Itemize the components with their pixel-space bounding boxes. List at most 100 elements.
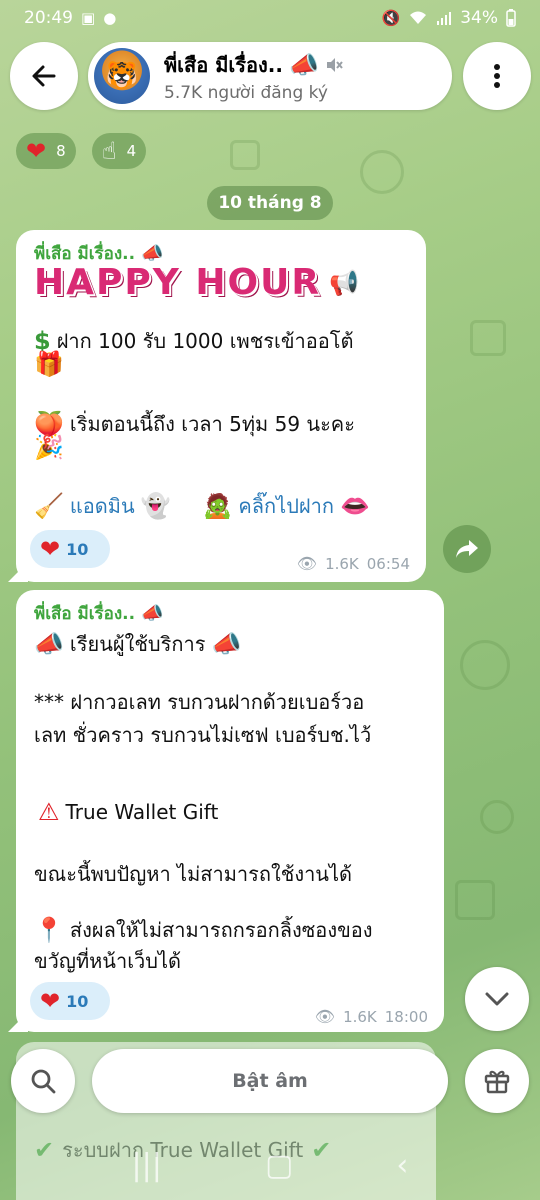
megaphone-icon: 📣: [34, 630, 64, 658]
gift-icon: 🎁: [34, 350, 64, 378]
broom-icon: 🧹: [34, 492, 64, 520]
message-line: ขวัญที่หน้าเว็บได้: [34, 945, 181, 977]
battery-percent: 34%: [460, 8, 498, 28]
message-sender: พี่เสือ มีเรื่อง.. 📣: [34, 600, 164, 627]
message-text: เลท ชั่วคราว รบกวนไม่เซฟ เบอร์บช.ไว้: [34, 723, 372, 747]
status-time: 20:49: [24, 8, 73, 28]
reaction-count: 8: [56, 142, 66, 160]
background-doodle: [480, 800, 514, 834]
view-count: 1.6K: [343, 1008, 377, 1026]
raised-finger-icon: ☝: [102, 137, 117, 165]
background-doodle: [455, 880, 495, 920]
date-separator: 10 tháng 8: [207, 186, 333, 220]
gallery-icon: ▣: [81, 8, 96, 27]
background-doodle: [360, 150, 404, 194]
eye-icon: 👁: [314, 1007, 336, 1026]
message-text: True Wallet Gift: [65, 800, 219, 824]
message-time: 18:00: [384, 1008, 428, 1026]
eye-icon: 👁: [296, 554, 318, 573]
system-navigation-bar: ||| ▢ ‹: [0, 1130, 540, 1200]
search-button[interactable]: [11, 1049, 75, 1113]
more-options-button[interactable]: [463, 42, 531, 110]
bubble-tail: [8, 1012, 28, 1032]
reaction-count: 10: [66, 991, 89, 1011]
reaction-heart-chip[interactable]: ❤ 8: [16, 133, 76, 169]
admin-link[interactable]: แอดมิน: [70, 490, 135, 522]
party-emoji-line: 🎉: [34, 435, 64, 459]
deposit-link[interactable]: คลิ๊กไปฝาก: [238, 490, 334, 522]
banner-text: HAPPY HOUR: [34, 262, 322, 303]
back-button[interactable]: [10, 42, 78, 110]
message-text: *** ฝากวอเลท รบกวนฝากด้วยเบอร์วอ: [34, 690, 365, 714]
message-line: $ ฝาก 100 รับ 1000 เพชรเข้าออโต้: [34, 325, 354, 357]
battery-icon: [506, 9, 516, 27]
share-arrow-icon: [456, 540, 478, 558]
message-line: 🍑 เริ่มตอนนี้ถึง เวลา 5ทุ่ม 59 นะคะ: [34, 408, 355, 440]
message-line: *** ฝากวอเลท รบกวนฝากด้วยเบอร์วอ: [34, 686, 364, 718]
gift-icon: [484, 1070, 510, 1094]
warning-icon: ⚠: [38, 798, 60, 826]
megaphone-icon: 📣: [141, 602, 164, 624]
heart-icon: ❤: [40, 987, 61, 1015]
view-count: 1.6K: [325, 555, 359, 573]
message-bubble[interactable]: พี่เสือ มีเรื่อง.. 📣 HAPPY HOUR 📢 $ ฝาก …: [8, 230, 426, 582]
megaphone-icon: 📢: [329, 268, 361, 297]
message-text: เริ่มตอนนี้ถึง เวลา 5ทุ่ม 59 นะคะ: [69, 412, 355, 436]
party-popper-icon: 🎉: [34, 433, 64, 461]
megaphone-icon: 📣: [141, 242, 164, 264]
message-time: 06:54: [366, 555, 410, 573]
message-line: เลท ชั่วคราว รบกวนไม่เซฟ เบอร์บช.ไว้: [34, 719, 371, 751]
speaker-muted-icon: [326, 58, 343, 72]
message-bubble[interactable]: พี่เสือ มีเรื่อง.. 📣 📣 เรียนผู้ใช้บริการ…: [8, 590, 444, 1032]
message-text: ฝาก 100 รับ 1000 เพชรเข้าออโต้: [56, 329, 354, 353]
status-bar: 20:49 ▣ ● 🔇 34%: [0, 0, 540, 36]
lips-icon: 👄: [339, 492, 370, 520]
message-line: 📍 ส่งผลให้ไม่สามารถกรอกลิ้งซองของ: [34, 914, 373, 946]
more-vertical-icon: [494, 64, 500, 88]
gift-button[interactable]: [465, 1049, 529, 1113]
happy-hour-banner: HAPPY HOUR 📢: [34, 262, 361, 303]
scroll-to-bottom-button[interactable]: [465, 967, 529, 1031]
heart-reaction-chip[interactable]: ❤ 10: [30, 530, 110, 568]
chevron-down-icon: [485, 992, 509, 1006]
reaction-count: 4: [126, 142, 137, 160]
message-line: ขณะนี้พบปัญหา ไม่สามารถใช้งานได้: [34, 858, 352, 890]
background-doodle: [460, 640, 510, 690]
message-text: ขณะนี้พบปัญหา ไม่สามารถใช้งานได้: [34, 862, 353, 886]
message-text: ขวัญที่หน้าเว็บได้: [34, 949, 182, 973]
heart-icon: ❤: [40, 535, 61, 563]
message-meta: 👁 1.6K 18:00: [315, 1008, 428, 1026]
ghost-icon: 👻: [140, 492, 171, 520]
bubble-tail: [8, 562, 28, 582]
unmute-button[interactable]: Bật âm: [92, 1049, 448, 1113]
reaction-finger-chip[interactable]: ☝ 4: [92, 133, 147, 169]
gift-emoji-line: 🎁: [34, 352, 64, 376]
pin-icon: 📍: [34, 916, 64, 944]
home-icon[interactable]: ▢: [265, 1148, 293, 1183]
nav-back-icon[interactable]: ‹: [396, 1148, 408, 1183]
subscriber-count: 5.7K người đăng ký: [164, 83, 328, 103]
share-button[interactable]: [443, 525, 491, 573]
search-icon: [31, 1069, 56, 1094]
message-line: 📣 เรียนผู้ใช้บริการ 📣: [34, 628, 241, 660]
channel-header[interactable]: 🐯 พี่เสือ มีเรื่อง.. 📣 5.7K người đăng k…: [88, 42, 452, 110]
signal-icon: [437, 12, 452, 25]
arrow-left-icon: [32, 65, 56, 87]
message-meta: 👁 1.6K 06:54: [297, 555, 410, 573]
wifi-icon: [410, 11, 427, 24]
message-line: ⚠ True Wallet Gift: [38, 800, 218, 824]
recent-apps-icon[interactable]: |||: [132, 1148, 162, 1183]
mute-icon: 🔇: [381, 8, 401, 27]
background-doodle: [230, 140, 260, 170]
sender-name: พี่เสือ มีเรื่อง..: [34, 604, 136, 624]
channel-avatar[interactable]: 🐯: [94, 48, 150, 104]
heart-icon: ❤: [26, 137, 47, 165]
chat-icon: ●: [103, 8, 117, 27]
background-doodle: [470, 320, 506, 356]
channel-name: พี่เสือ มีเรื่อง..: [164, 53, 283, 77]
message-links-line: 🧹 แอดมิน 👻 🧟 คลิ๊กไปฝาก 👄: [34, 490, 370, 522]
zombie-hand-icon: 🧟: [202, 492, 233, 520]
heart-reaction-chip[interactable]: ❤ 10: [30, 982, 110, 1020]
megaphone-icon: 📣: [211, 630, 242, 658]
reaction-count: 10: [66, 539, 89, 559]
